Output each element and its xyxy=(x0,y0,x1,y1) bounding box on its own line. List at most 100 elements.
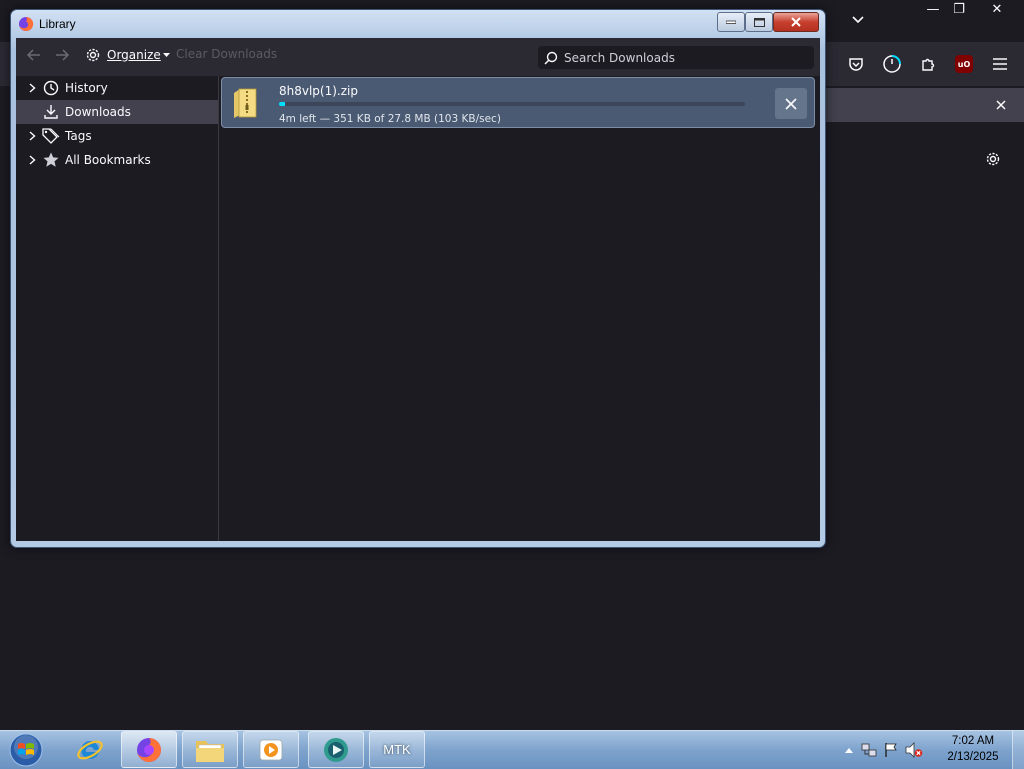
firefox-icon xyxy=(19,16,34,31)
ublock-icon: uO xyxy=(955,55,973,73)
firefox-icon xyxy=(137,737,161,762)
clock-icon xyxy=(42,80,60,96)
pocket-icon xyxy=(849,58,863,71)
sidebar-item-all-bookmarks[interactable]: All Bookmarks xyxy=(16,148,218,172)
account-button[interactable] xyxy=(880,52,904,76)
expand-twisty[interactable] xyxy=(26,131,38,141)
star-icon xyxy=(42,152,60,168)
taskbar-internet-explorer[interactable] xyxy=(62,731,118,768)
clear-downloads-label: Clear Downloads xyxy=(176,47,278,61)
taskbar-app[interactable] xyxy=(308,731,364,768)
mtk-label: MTK xyxy=(383,742,411,757)
tag-icon xyxy=(42,128,60,144)
search-box[interactable] xyxy=(538,46,814,69)
chevron-up-icon xyxy=(845,748,853,753)
sidebar-item-label: History xyxy=(65,81,108,95)
library-maximize-button[interactable] xyxy=(745,12,773,32)
notification-close-button[interactable] xyxy=(990,94,1012,116)
taskbar: MTK 7:02 AM 2/13/2025 xyxy=(0,730,1024,769)
close-icon xyxy=(785,97,797,110)
download-icon xyxy=(42,104,60,120)
expand-twisty[interactable] xyxy=(26,83,38,93)
gear-icon xyxy=(986,152,1000,166)
close-icon xyxy=(996,100,1006,110)
hamburger-menu-icon xyxy=(993,58,1007,70)
pocket-button[interactable] xyxy=(844,52,868,76)
action-center-button[interactable] xyxy=(880,742,902,758)
search-input[interactable] xyxy=(564,50,804,65)
extensions-button[interactable] xyxy=(916,52,940,76)
sidebar-item-label: All Bookmarks xyxy=(65,153,151,167)
ublock-button[interactable]: uO xyxy=(952,52,976,76)
gear-icon xyxy=(86,48,100,62)
sidebar-item-downloads[interactable]: Downloads xyxy=(16,100,218,124)
taskbar-mtk[interactable]: MTK xyxy=(369,731,425,768)
windows-start-icon xyxy=(9,733,43,767)
tab-list-button[interactable] xyxy=(846,8,870,32)
taskbar-firefox[interactable] xyxy=(121,731,177,768)
sidebar-item-label: Downloads xyxy=(65,105,131,119)
back-button[interactable] xyxy=(26,47,42,63)
taskbar-clock[interactable]: 7:02 AM 2/13/2025 xyxy=(944,733,1002,765)
show-hidden-icons-button[interactable] xyxy=(840,747,858,753)
show-desktop-button[interactable] xyxy=(1012,731,1024,769)
sidebar-item-tags[interactable]: Tags xyxy=(16,124,218,148)
browser-maximize-button[interactable]: ❐ xyxy=(944,0,974,18)
download-progress-fill xyxy=(279,102,285,106)
expand-twisty[interactable] xyxy=(26,155,38,165)
volume-button[interactable] xyxy=(902,742,926,758)
clear-downloads-button[interactable]: Clear Downloads xyxy=(176,47,277,61)
flag-icon xyxy=(885,743,897,757)
sidebar-item-history[interactable]: History xyxy=(16,76,218,100)
page-settings-button[interactable] xyxy=(982,148,1004,170)
library-titlebar[interactable]: Library xyxy=(11,10,825,38)
arrow-right-icon xyxy=(56,49,70,61)
library-toolbar: Organize Clear Downloads xyxy=(16,38,820,76)
sidebar-item-label: Tags xyxy=(65,129,92,143)
cancel-download-button[interactable] xyxy=(775,88,807,119)
library-sidebar: History Downloads Tags All Bookmarks xyxy=(16,76,219,541)
library-client: Organize Clear Downloads History Downloa… xyxy=(16,38,820,541)
download-status: 4m left — 351 KB of 27.8 MB (103 KB/sec) xyxy=(279,113,501,125)
clock-date: 2/13/2025 xyxy=(947,751,999,763)
downloads-list: 8h8vlp(1).zip 4m left — 351 KB of 27.8 M… xyxy=(219,76,820,541)
network-icon xyxy=(861,743,877,757)
organize-menu-button[interactable]: Organize xyxy=(85,47,170,63)
chevron-right-icon xyxy=(29,131,36,141)
library-minimize-button[interactable] xyxy=(717,12,745,32)
minimize-icon xyxy=(726,20,736,24)
app-icon xyxy=(324,737,348,762)
sync-account-icon xyxy=(883,55,901,73)
folder-icon xyxy=(196,740,224,762)
chevron-right-icon xyxy=(29,83,36,93)
chevron-right-icon xyxy=(29,155,36,165)
library-window: Library Organize Clear Downloads Search … xyxy=(10,9,826,548)
download-item[interactable]: 8h8vlp(1).zip 4m left — 351 KB of 27.8 M… xyxy=(221,77,815,128)
taskbar-media-player[interactable] xyxy=(243,731,299,768)
network-tray-button[interactable] xyxy=(858,742,880,758)
organize-label: Organize xyxy=(107,48,161,62)
maximize-icon xyxy=(753,17,765,27)
arrow-left-icon xyxy=(26,49,40,61)
close-icon xyxy=(791,17,801,27)
notification-bar xyxy=(820,88,1024,122)
system-tray xyxy=(840,731,926,769)
puzzle-icon xyxy=(922,58,935,71)
clock-time: 7:02 AM xyxy=(951,735,995,747)
download-progress-bar xyxy=(279,102,745,106)
dropdown-arrow-icon xyxy=(162,52,170,57)
chevron-down-icon xyxy=(852,16,864,24)
library-close-button[interactable] xyxy=(773,12,819,32)
ie-icon xyxy=(77,740,103,759)
start-button[interactable] xyxy=(4,731,48,769)
window-title: Library xyxy=(39,17,76,31)
forward-button[interactable] xyxy=(54,47,70,63)
app-menu-button[interactable] xyxy=(988,52,1012,76)
search-icon xyxy=(544,51,558,65)
taskbar-file-explorer[interactable] xyxy=(182,731,238,768)
download-filename: 8h8vlp(1).zip xyxy=(279,84,358,98)
volume-muted-icon xyxy=(905,742,923,758)
zip-folder-icon xyxy=(234,88,257,118)
browser-close-button[interactable]: ✕ xyxy=(982,0,1012,18)
media-player-icon xyxy=(259,739,283,760)
